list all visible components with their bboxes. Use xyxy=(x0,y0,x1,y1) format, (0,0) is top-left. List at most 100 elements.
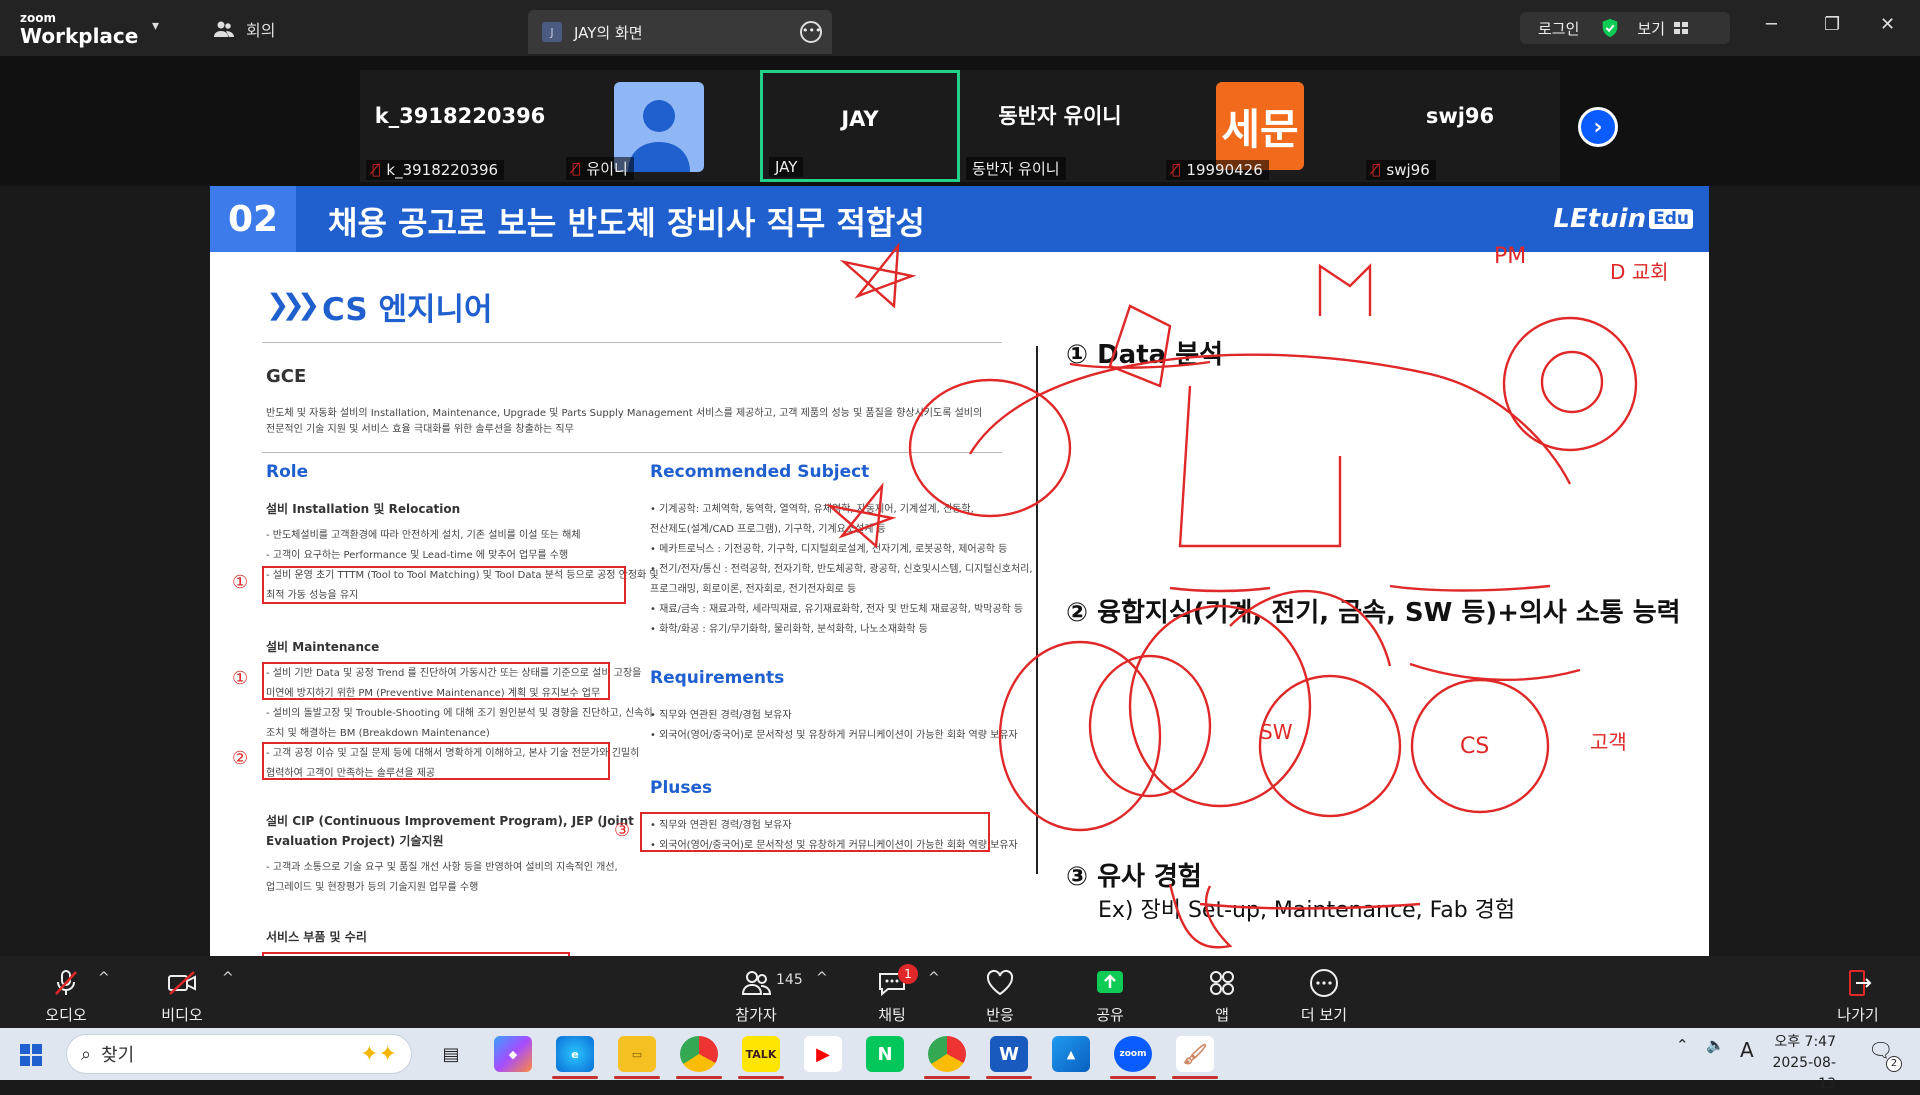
ink-circle xyxy=(1258,674,1402,818)
audio-button[interactable]: 오디오 xyxy=(26,968,106,1025)
ink-underline xyxy=(1169,584,1551,593)
tab-screen-share[interactable]: J JAY의 화면 ••• xyxy=(528,10,832,54)
participant-tile[interactable]: 세문 🎙̸ 19990426 xyxy=(1160,70,1360,182)
close-icon[interactable]: ✕ xyxy=(1880,14,1895,35)
kakaotalk-icon[interactable]: TALK xyxy=(742,1036,780,1072)
ink-scribble xyxy=(1168,883,1233,949)
windows-taskbar: ⌕ 찾기 ✦✦ ▤ ◆ e ▭ TALK ▶ N W ▲ zoom 🖌 ⌃ 🔈 … xyxy=(0,1028,1920,1092)
mic-muted-icon: 🎙̸ xyxy=(1372,162,1381,178)
chevron-down-icon[interactable]: ▾ xyxy=(152,18,159,34)
participant-label: 🎙̸ 유이니 xyxy=(566,157,634,180)
participant-display-name: JAY xyxy=(841,107,879,131)
system-clock[interactable]: 오후 7:47 2025-08-13 xyxy=(1766,1032,1836,1095)
photos-icon[interactable]: ▲ xyxy=(1052,1036,1090,1072)
running-indicator xyxy=(614,1076,660,1079)
participant-tile[interactable]: k_3918220396 🎙̸ k_3918220396 xyxy=(360,70,560,182)
participant-label: JAY xyxy=(769,157,804,177)
running-indicator xyxy=(738,1076,784,1079)
participants-chevron-icon[interactable]: ^ xyxy=(816,970,828,986)
handwriting-note: SW xyxy=(1260,720,1293,744)
file-explorer-icon[interactable]: ▭ xyxy=(618,1036,656,1072)
leave-icon xyxy=(1849,970,1872,996)
participant-label: 🎙̸ swj96 xyxy=(1366,160,1436,180)
react-button[interactable]: 반응 xyxy=(960,968,1040,1025)
participant-label: 🎙̸ k_3918220396 xyxy=(366,160,505,180)
youtube-icon[interactable]: ▶ xyxy=(804,1036,842,1072)
shield-check-icon[interactable] xyxy=(1599,17,1621,39)
shared-screen: 02 채용 공고로 보는 반도체 장비사 직무 적합성 LEtuin Edu ❯❯… xyxy=(210,186,1709,956)
next-page-button[interactable]: › xyxy=(1578,107,1618,147)
participant-tile[interactable]: 🎙̸ 유이니 xyxy=(560,70,760,182)
windows-start-icon[interactable] xyxy=(20,1044,42,1066)
more-options-icon[interactable]: ••• xyxy=(800,21,822,43)
taskbar-search[interactable]: ⌕ 찾기 ✦✦ xyxy=(66,1034,412,1074)
tab-screen-share-label: JAY의 화면 xyxy=(574,23,643,42)
task-view-icon[interactable]: ▤ xyxy=(432,1036,470,1072)
ink-star xyxy=(825,482,897,549)
participant-display-name: 동반자 유이니 xyxy=(998,104,1122,128)
handwriting-note: CS xyxy=(1460,734,1490,759)
running-indicator xyxy=(924,1076,970,1079)
login-button[interactable]: 로그인 xyxy=(1538,18,1579,39)
participants-count: 145 xyxy=(776,972,803,988)
grid-view-icon[interactable] xyxy=(1673,20,1689,36)
search-icon: ⌕ xyxy=(81,1043,92,1065)
speaker-icon[interactable]: 🔈 xyxy=(1706,1036,1725,1054)
video-options-chevron-icon[interactable]: ^ xyxy=(222,970,234,986)
word-icon[interactable]: W xyxy=(990,1036,1028,1072)
copilot-icon[interactable]: ◆ xyxy=(494,1036,532,1072)
more-button[interactable]: 더 보기 xyxy=(1284,968,1364,1025)
mic-off-icon xyxy=(55,970,77,995)
notification-count: 2 xyxy=(1886,1056,1902,1072)
chrome-icon[interactable] xyxy=(680,1036,718,1072)
chrome-profile-icon[interactable] xyxy=(928,1036,966,1072)
app-brand-small: zoom xyxy=(20,11,56,25)
minimize-icon[interactable]: ─ xyxy=(1766,14,1777,35)
participant-tile[interactable]: swj96 🎙̸ swj96 xyxy=(1360,70,1560,182)
chat-unread-badge: 1 xyxy=(898,964,918,984)
audio-options-chevron-icon[interactable]: ^ xyxy=(98,970,110,986)
share-button[interactable]: 공유 xyxy=(1070,968,1150,1025)
avatar: 세문 xyxy=(1216,82,1304,170)
ink-circle xyxy=(1502,316,1638,452)
clock-date: 2025-08-13 xyxy=(1772,1055,1836,1092)
ink-star xyxy=(839,242,917,309)
handwriting-note: 고객 xyxy=(1590,730,1627,754)
ink-annotations xyxy=(825,242,1638,949)
ink-underline xyxy=(1199,902,1421,910)
ink-circle xyxy=(908,378,1072,518)
apps-icon xyxy=(1210,971,1234,995)
naver-icon[interactable]: N xyxy=(866,1036,904,1072)
participant-tile[interactable]: 동반자 유이니 동반자 유이니 xyxy=(960,70,1160,182)
ink-circle xyxy=(1088,654,1212,798)
chat-chevron-icon[interactable]: ^ xyxy=(928,970,940,986)
view-button[interactable]: 보기 xyxy=(1637,18,1665,39)
participant-tile-active[interactable]: JAY JAY xyxy=(760,70,960,182)
restore-icon[interactable]: ❐ xyxy=(1824,14,1840,35)
mic-muted-icon: 🎙̸ xyxy=(572,160,581,177)
paint-icon[interactable]: 🖌 xyxy=(1176,1036,1214,1072)
avatar: J xyxy=(542,22,562,42)
running-indicator xyxy=(986,1076,1032,1079)
tab-meeting[interactable]: 회의 xyxy=(212,16,275,42)
participants-icon xyxy=(741,971,772,995)
running-indicator xyxy=(552,1076,598,1079)
handwriting-note: PM xyxy=(1494,244,1527,269)
running-indicator xyxy=(1110,1076,1156,1079)
leave-button[interactable]: 나가기 xyxy=(1818,968,1898,1025)
video-button[interactable]: 비디오 xyxy=(142,968,222,1025)
chat-button[interactable]: 채팅 xyxy=(852,968,932,1025)
participant-display-name: k_3918220396 xyxy=(374,104,546,128)
people-icon xyxy=(214,21,234,37)
tray-chevron-icon[interactable]: ⌃ xyxy=(1676,1036,1689,1054)
clock-time: 오후 7:47 xyxy=(1774,1034,1836,1050)
ink-scribble xyxy=(968,353,1572,485)
zoom-icon[interactable]: zoom xyxy=(1114,1036,1152,1072)
ime-indicator[interactable]: A xyxy=(1740,1038,1754,1062)
edge-icon[interactable]: e xyxy=(556,1036,594,1072)
title-bar: zoom Workplace ▾ 회의 J JAY의 화면 ••• 로그인 보기… xyxy=(0,0,1920,56)
participant-label: 동반자 유이니 xyxy=(966,157,1066,180)
ink-circle xyxy=(1540,350,1604,414)
sparkle-icon: ✦✦ xyxy=(360,1041,397,1067)
apps-button[interactable]: 앱 xyxy=(1182,968,1262,1025)
